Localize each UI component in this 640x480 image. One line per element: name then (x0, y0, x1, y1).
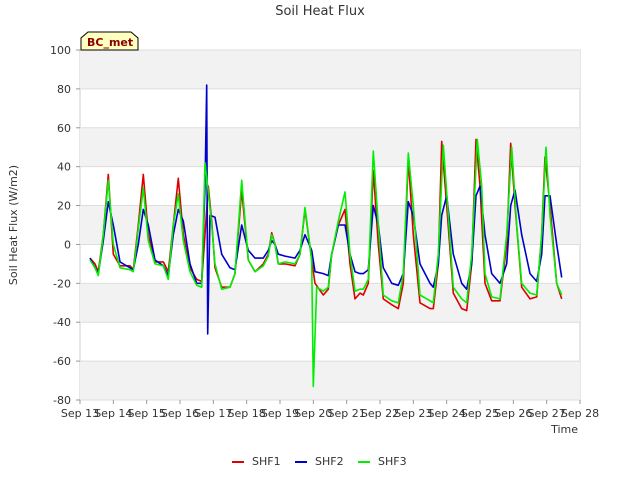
y-tick-label: 60 (57, 122, 71, 135)
y-tick-label: 80 (57, 83, 71, 96)
legend-label-shf1: SHF1 (252, 455, 281, 468)
plot-band (80, 127, 580, 167)
y-tick-label: -40 (53, 316, 71, 329)
x-axis-ticks: Sep 13Sep 14Sep 15Sep 16Sep 17Sep 18Sep … (61, 400, 599, 420)
plot-background (79, 49, 581, 401)
y-tick-label: 100 (50, 44, 71, 57)
legend-label-shf2: SHF2 (315, 455, 344, 468)
y-tick-label: 20 (57, 200, 71, 213)
site-label: BC_met (87, 36, 133, 49)
y-axis-label: Soil Heat Flux (W/m2) (7, 165, 20, 285)
y-tick-label: -80 (53, 394, 71, 407)
y-tick-label: -60 (53, 355, 71, 368)
y-tick-label: -20 (53, 277, 71, 290)
plot-band (80, 361, 580, 400)
y-tick-label: 40 (57, 161, 71, 174)
x-tick-label: Sep 28 (561, 407, 599, 420)
y-axis-ticks: -80 -60 -40 -20 0 20 40 60 80 100 (50, 44, 80, 407)
plot-band (80, 50, 580, 89)
x-axis-label: Time (550, 423, 578, 436)
soil-heat-flux-chart: Sep 13Sep 14Sep 15Sep 16Sep 17Sep 18Sep … (7, 4, 599, 468)
plot-band (80, 205, 580, 245)
legend: SHF1 SHF2 SHF3 (232, 455, 407, 468)
y-tick-label: 0 (64, 238, 71, 251)
site-label-box: BC_met (80, 31, 139, 51)
chart-title: Soil Heat Flux (275, 4, 365, 19)
plot-band (80, 283, 580, 323)
legend-label-shf3: SHF3 (378, 455, 407, 468)
